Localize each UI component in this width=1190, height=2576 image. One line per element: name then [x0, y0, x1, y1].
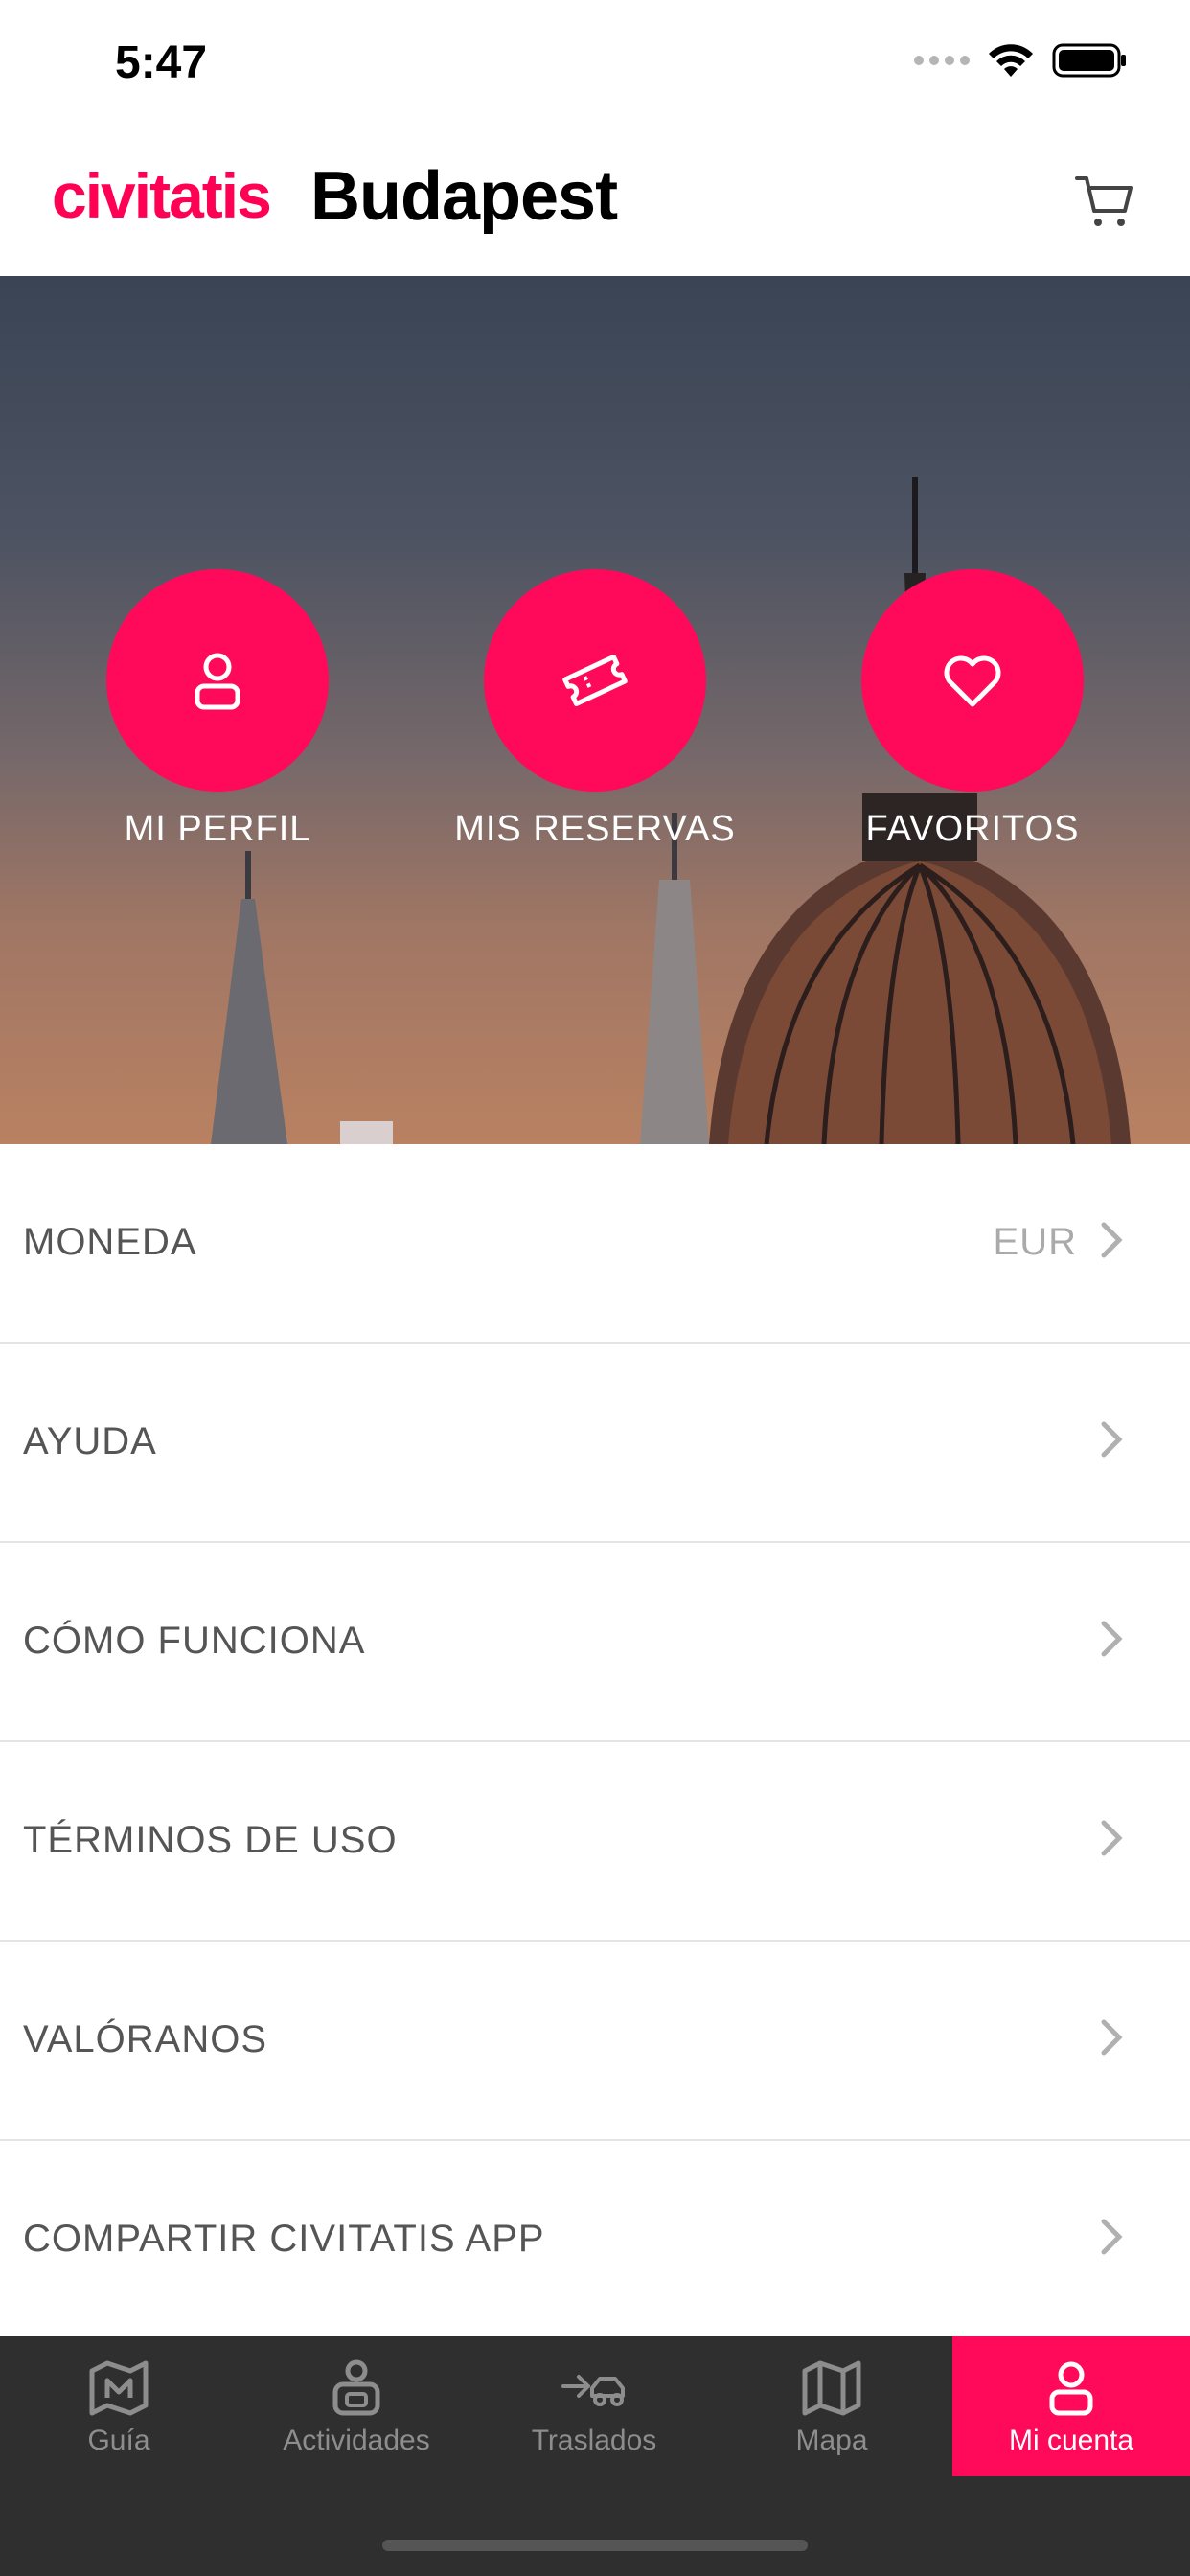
- my-bookings-label: MIS RESERVAS: [454, 809, 736, 849]
- tab-label: Traslados: [531, 2425, 657, 2456]
- menu-item-label: COMPARTIR CIVITATIS APP: [23, 2218, 545, 2260]
- settings-menu: MONEDA EUR AYUDA CÓMO FUNCIONA TÉRMINOS …: [0, 1144, 1190, 2340]
- heart-icon: [944, 656, 1001, 707]
- tab-map[interactable]: Mapa: [713, 2336, 950, 2476]
- menu-item-label: AYUDA: [23, 1420, 157, 1462]
- favorites-label: FAVORITOS: [865, 809, 1080, 849]
- menu-item-label: VALÓRANOS: [23, 2018, 267, 2060]
- chevron-right-icon: [1101, 1421, 1123, 1458]
- currency-value: EUR: [993, 1221, 1077, 1263]
- menu-item-currency[interactable]: MONEDA EUR: [0, 1144, 1190, 1344]
- guide-map-icon: [89, 2360, 149, 2416]
- menu-item-how-it-works[interactable]: CÓMO FUNCIONA: [0, 1543, 1190, 1742]
- user-icon: [195, 653, 240, 710]
- tab-label: Mapa: [795, 2425, 868, 2456]
- signal-icon: [914, 56, 970, 65]
- chevron-right-icon: [1101, 1621, 1123, 1657]
- ticket-icon: [562, 654, 628, 707]
- menu-item-label: MONEDA: [23, 1221, 197, 1263]
- status-icons: [914, 42, 1129, 79]
- battery-icon: [1052, 43, 1126, 78]
- tab-transfers[interactable]: Traslados: [475, 2336, 713, 2476]
- my-profile-circle[interactable]: [106, 569, 329, 792]
- menu-item-label: CÓMO FUNCIONA: [23, 1620, 366, 1662]
- status-bar: 5:47: [0, 0, 1190, 134]
- map-icon: [802, 2360, 861, 2416]
- brand-logo[interactable]: civitatis: [52, 159, 272, 232]
- favorites-circle[interactable]: [861, 569, 1084, 792]
- home-indicator: [382, 2540, 808, 2551]
- chevron-right-icon: [1101, 2219, 1123, 2255]
- my-profile-label: MI PERFIL: [124, 809, 311, 849]
- activities-icon: [332, 2359, 380, 2416]
- menu-item-rate-us[interactable]: VALÓRANOS: [0, 1942, 1190, 2141]
- wifi-icon: [989, 44, 1033, 77]
- status-time: 5:47: [115, 37, 208, 88]
- tab-label: Actividades: [283, 2425, 430, 2456]
- chevron-right-icon: [1101, 2019, 1123, 2056]
- favorites-button[interactable]: FAVORITOS: [800, 569, 1145, 850]
- tab-my-account[interactable]: Mi cuenta: [952, 2336, 1190, 2476]
- cart-icon[interactable]: [1071, 167, 1140, 236]
- transfer-icon: [561, 2375, 625, 2406]
- tab-guide[interactable]: Guía: [0, 2336, 238, 2476]
- account-icon: [1049, 2361, 1093, 2416]
- my-profile-button[interactable]: MI PERFIL: [45, 569, 390, 850]
- tab-activities[interactable]: Actividades: [238, 2336, 475, 2476]
- chevron-right-icon: [1101, 1820, 1123, 1856]
- tab-label: Mi cuenta: [1008, 2425, 1134, 2456]
- chevron-right-icon: [1101, 1222, 1123, 1258]
- menu-item-share-app[interactable]: COMPARTIR CIVITATIS APP: [0, 2141, 1190, 2340]
- menu-item-help[interactable]: AYUDA: [0, 1344, 1190, 1543]
- tab-label: Guía: [87, 2425, 150, 2456]
- my-bookings-circle[interactable]: [484, 569, 706, 792]
- header: civitatis Budapest: [0, 134, 1190, 276]
- my-bookings-button[interactable]: MIS RESERVAS: [423, 569, 767, 850]
- menu-item-terms[interactable]: TÉRMINOS DE USO: [0, 1742, 1190, 1942]
- hero-banner: MI PERFIL MIS RESERVAS FAVORITOS: [0, 276, 1190, 1144]
- menu-item-label: TÉRMINOS DE USO: [23, 1819, 398, 1861]
- city-title: Budapest: [310, 158, 618, 235]
